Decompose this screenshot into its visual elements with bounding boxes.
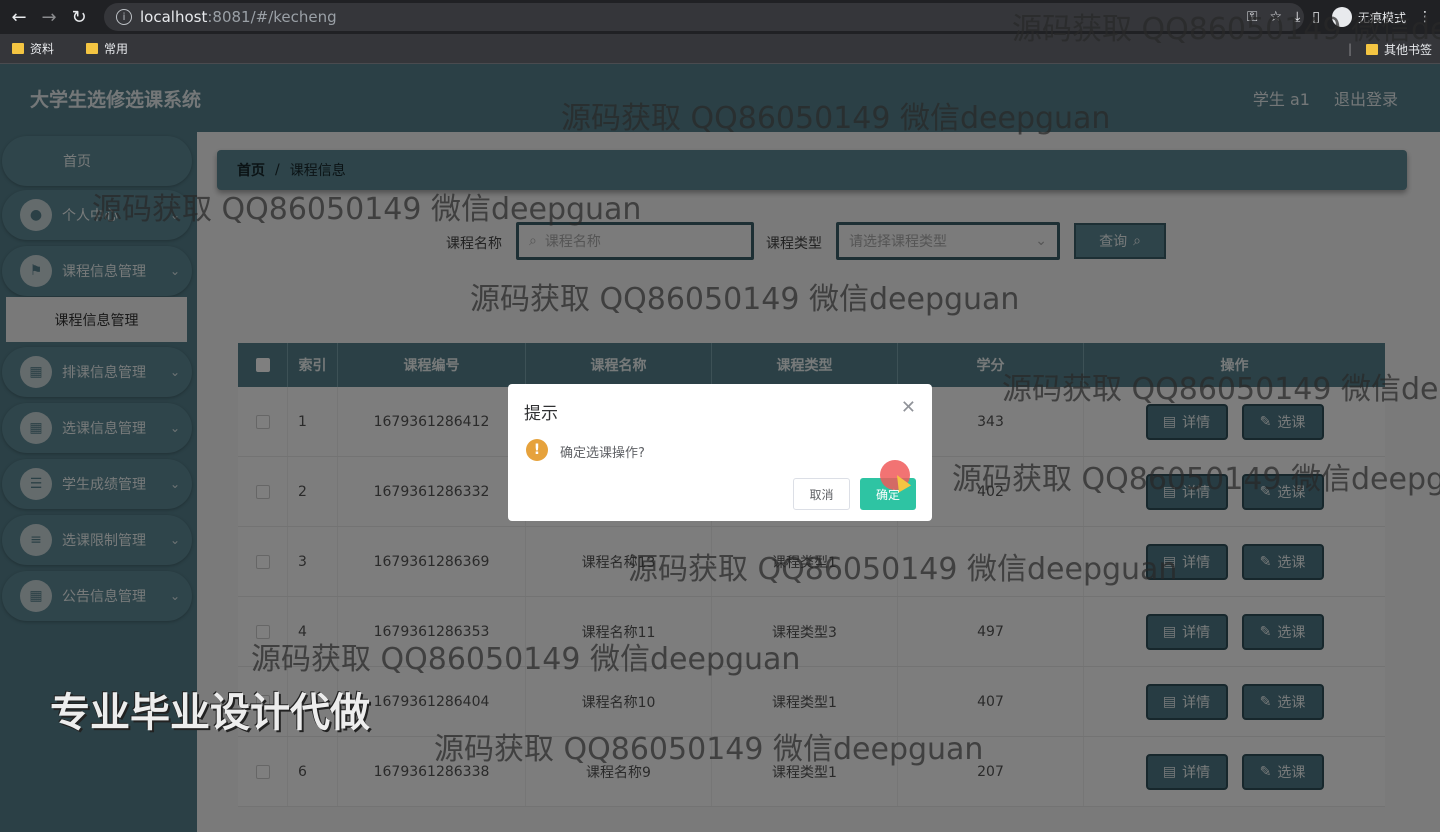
warning-icon: ! — [526, 439, 548, 461]
folder-icon — [12, 43, 24, 54]
info-icon[interactable]: i — [116, 9, 132, 25]
close-icon[interactable]: ✕ — [901, 397, 916, 418]
url-host: localhost — [140, 8, 208, 26]
dialog-message: 确定选课操作? — [560, 446, 645, 461]
watermark-text: 源码获取 QQ86050149 微信deepguan — [434, 732, 984, 767]
watermark-text: 源码获取 QQ86050149 微信deepguan — [628, 552, 1178, 587]
watermark-text: 源码获取 QQ86050149 微信deepguan — [561, 101, 1111, 136]
bookmark-folder[interactable]: 常用 — [86, 40, 128, 57]
bookmark-label: 资料 — [30, 42, 55, 56]
watermark-text: 源码获取 QQ86050149 微信deepguan — [470, 282, 1020, 317]
confirm-dialog: 提示 ✕ ! 确定选课操作? 取消 确定 — [508, 384, 932, 521]
watermark-text: 源码获取 QQ86050149 微信deepguan — [952, 462, 1440, 497]
reload-icon[interactable]: ↻ — [64, 2, 94, 32]
bookmark-label: 常用 — [104, 42, 129, 56]
cancel-button[interactable]: 取消 — [793, 478, 850, 510]
back-icon[interactable]: ← — [4, 2, 34, 32]
url-path: :8081/#/kecheng — [207, 8, 337, 26]
forward-icon[interactable]: → — [34, 2, 64, 32]
folder-icon — [86, 43, 99, 54]
watermark-text: 源码获取 QQ86050149 微信deepguan — [1012, 12, 1440, 47]
dialog-title: 提示 — [524, 404, 558, 424]
watermark-banner: 专业毕业设计代做 — [50, 690, 370, 736]
watermark-text: 源码获取 QQ86050149 微信deepguan — [1002, 372, 1440, 407]
watermark-text: 源码获取 QQ86050149 微信deepguan — [92, 192, 642, 227]
watermark-text: 源码获取 QQ86050149 微信deepguan — [251, 642, 801, 677]
bookmark-folder[interactable]: 资料 — [12, 40, 54, 57]
